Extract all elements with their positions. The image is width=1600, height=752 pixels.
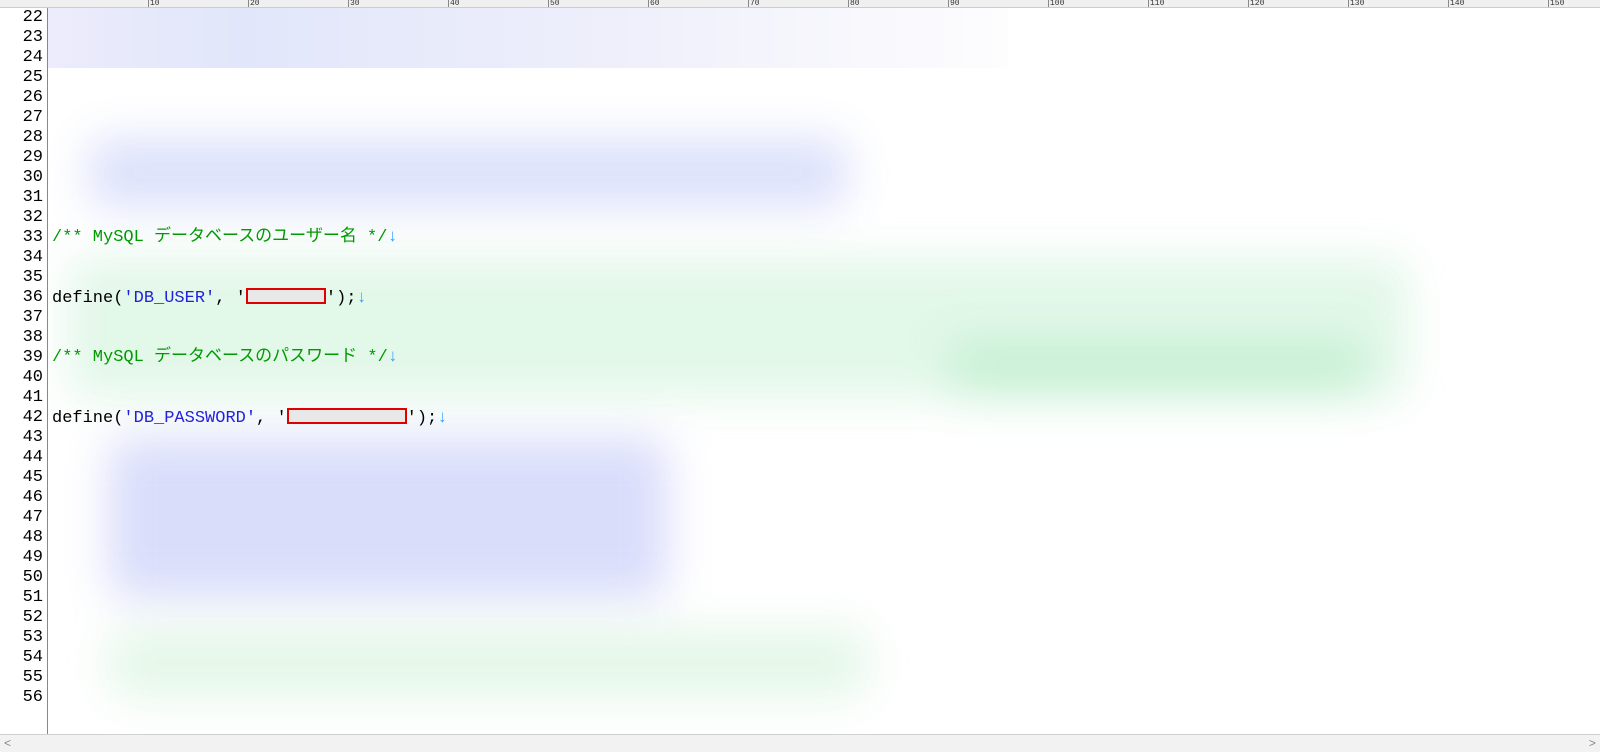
line-number: 52 [0, 608, 43, 628]
line-number: 47 [0, 508, 43, 528]
redacted-db-user-value [246, 288, 326, 304]
line-number: 36 [0, 288, 43, 308]
line-number: 45 [0, 468, 43, 488]
line-number: 50 [0, 568, 43, 588]
code-text-area[interactable]: /** MySQL データベースのユーザー名 */↓ define('DB_US… [48, 8, 1600, 734]
code-line-27: /** MySQL データベースのパスワード */↓ [48, 348, 1600, 368]
line-number: 39 [0, 348, 43, 368]
line-number: 35 [0, 268, 43, 288]
comment-db-pass: /** MySQL データベースのパスワード */ [52, 348, 388, 367]
line-number: 30 [0, 168, 43, 188]
line-number: 34 [0, 248, 43, 268]
line-number: 31 [0, 188, 43, 208]
line-number: 33 [0, 228, 43, 248]
scroll-right-arrow-icon[interactable]: > [1589, 737, 1596, 751]
code-line-28: define('DB_PASSWORD', '');↓ [48, 408, 1600, 428]
redacted-db-pass-value [287, 408, 407, 424]
code-line-23 [48, 108, 1600, 128]
horizontal-ruler: 102030405060708090100110120130140150 [0, 0, 1600, 8]
line-number: 24 [0, 48, 43, 68]
line-number: 48 [0, 528, 43, 548]
line-number: 37 [0, 308, 43, 328]
line-number: 53 [0, 628, 43, 648]
editor-area[interactable]: 2223242526272829303132333435363738394041… [0, 8, 1600, 734]
newline-icon: ↓ [437, 409, 447, 428]
code-line-24 [48, 168, 1600, 188]
line-number: 41 [0, 388, 43, 408]
line-number: 28 [0, 128, 43, 148]
keyword-define: define [52, 409, 113, 428]
string-db-user-key: 'DB_USER' [123, 289, 215, 308]
comment-db-user: /** MySQL データベースのユーザー名 */ [52, 228, 387, 247]
line-number: 23 [0, 28, 43, 48]
line-number: 51 [0, 588, 43, 608]
line-number: 26 [0, 88, 43, 108]
line-number: 44 [0, 448, 43, 468]
line-number: 46 [0, 488, 43, 508]
line-number: 42 [0, 408, 43, 428]
string-db-pass-key: 'DB_PASSWORD' [123, 409, 256, 428]
line-number: 49 [0, 548, 43, 568]
line-number: 40 [0, 368, 43, 388]
horizontal-scrollbar[interactable]: < > [0, 734, 1600, 752]
line-number: 54 [0, 648, 43, 668]
line-number: 55 [0, 668, 43, 688]
code-line-22 [48, 48, 1600, 68]
line-number: 56 [0, 688, 43, 708]
line-number: 25 [0, 68, 43, 88]
line-number: 29 [0, 148, 43, 168]
line-number: 22 [0, 8, 43, 28]
newline-icon: ↓ [356, 289, 366, 308]
line-number: 43 [0, 428, 43, 448]
code-line-26: define('DB_USER', '');↓ [48, 288, 1600, 308]
line-number: 27 [0, 108, 43, 128]
scroll-left-arrow-icon[interactable]: < [4, 737, 11, 751]
line-number: 38 [0, 328, 43, 348]
newline-icon: ↓ [388, 348, 398, 367]
line-number: 32 [0, 208, 43, 228]
keyword-define: define [52, 289, 113, 308]
line-number-gutter: 2223242526272829303132333435363738394041… [0, 8, 48, 734]
newline-icon: ↓ [387, 228, 397, 247]
code-lines: /** MySQL データベースのユーザー名 */↓ define('DB_US… [48, 8, 1600, 734]
code-line-25: /** MySQL データベースのユーザー名 */↓ [48, 228, 1600, 248]
